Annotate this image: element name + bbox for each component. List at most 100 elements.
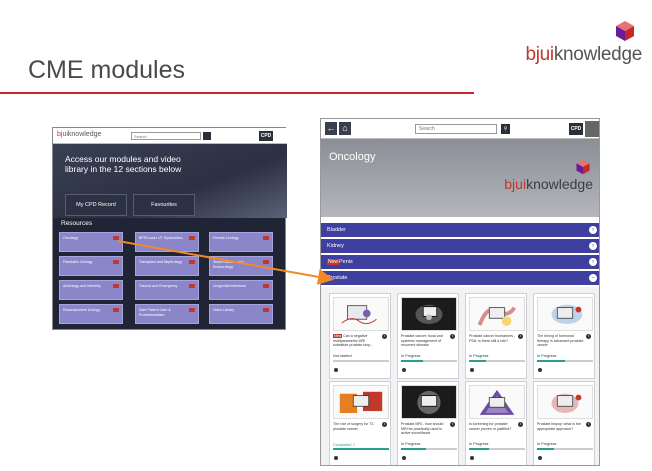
- tile-badge-icon: [113, 236, 119, 240]
- module-card[interactable]: New Can a negative multiparametric MRI s…: [329, 293, 391, 379]
- resource-tile[interactable]: Transplant and Nephrology: [135, 256, 199, 276]
- module-card[interactable]: Prostate cancer biomarkers - PSA: is the…: [465, 293, 527, 379]
- resource-tile[interactable]: Andrology and Infertility: [59, 280, 123, 300]
- resource-tile-label: Safe Patient Care & Professionalism: [139, 308, 171, 317]
- resource-tile[interactable]: Urogenital Infections: [209, 280, 273, 300]
- menu-block[interactable]: [585, 121, 599, 137]
- resource-tile[interactable]: Video Library: [209, 304, 273, 324]
- tile-badge-icon: [189, 284, 195, 288]
- tile-badge-icon: [263, 284, 269, 288]
- module-card[interactable]: Prostate biopsy: what is the appropriate…: [533, 381, 595, 465]
- favourites-button[interactable]: Favourites: [133, 194, 195, 216]
- tile-badge-icon: [113, 284, 119, 288]
- favourite-dot-icon[interactable]: [334, 368, 338, 372]
- left-logo-suffix: knowledge: [67, 131, 102, 138]
- module-title: The timing of hormonal therapy in advanc…: [537, 334, 585, 348]
- right-search-icon[interactable]: ⚲: [501, 124, 510, 134]
- tile-badge-icon: [113, 308, 119, 312]
- resource-tile-label: Female Urology: [213, 236, 239, 240]
- module-title-text: Prostate MRI - how should MRI be practic…: [401, 422, 444, 436]
- slide-title: CME modules: [28, 56, 185, 84]
- resource-tile[interactable]: Reconstructive Urology: [59, 304, 123, 324]
- expand-icon[interactable]: ›: [589, 226, 597, 234]
- home-icon[interactable]: ⌂: [339, 122, 351, 135]
- module-progress-bar: [537, 360, 593, 362]
- module-status: Not started: [333, 354, 352, 358]
- right-hero: Oncology bjuiknowledge: [321, 139, 599, 217]
- info-icon[interactable]: i: [382, 422, 387, 427]
- resource-tile[interactable]: Paediatric Urology: [59, 256, 123, 276]
- right-cpd-button[interactable]: CPD: [569, 123, 583, 135]
- favourite-dot-icon[interactable]: [538, 456, 542, 460]
- info-icon[interactable]: i: [518, 422, 523, 427]
- my-cpd-record-button[interactable]: My CPD Record: [65, 194, 127, 216]
- module-thumbnail: [401, 385, 457, 419]
- module-progress-bar: [401, 448, 457, 450]
- module-card[interactable]: Prostate MRI - how should MRI be practic…: [397, 381, 459, 465]
- new-badge: New: [333, 334, 343, 338]
- resource-tile[interactable]: Safe Patient Care & Professionalism: [135, 304, 199, 324]
- expand-icon[interactable]: ›: [589, 258, 597, 266]
- module-status: In Progress: [401, 442, 421, 446]
- module-title-text: The timing of hormonal therapy in advanc…: [537, 334, 584, 348]
- left-cpd-button[interactable]: CPD: [259, 131, 273, 141]
- module-card[interactable]: Is screening for prostate cancer proven …: [465, 381, 527, 465]
- module-thumbnail: [469, 297, 525, 331]
- module-progress-bar: [333, 360, 389, 362]
- module-status: In Progress: [469, 442, 489, 446]
- right-search-input[interactable]: Search: [415, 124, 497, 134]
- brand-logo: bjuiknowledge: [502, 18, 642, 74]
- module-progress-fill: [537, 360, 565, 362]
- favourite-dot-icon[interactable]: [402, 456, 406, 460]
- module-card[interactable]: The timing of hormonal therapy in advanc…: [533, 293, 595, 379]
- module-title-text: Prostate biopsy: what is the appropriate…: [537, 422, 581, 431]
- resource-tile[interactable]: Female Urology: [209, 232, 273, 252]
- module-progress-fill: [469, 360, 486, 362]
- section-bar[interactable]: Kidney ›: [321, 239, 599, 253]
- info-icon[interactable]: i: [382, 334, 387, 339]
- module-status: In Progress: [469, 354, 489, 358]
- module-progress-bar: [401, 360, 457, 362]
- back-arrow-icon[interactable]: ←: [325, 122, 337, 135]
- favourite-dot-icon[interactable]: [470, 368, 474, 372]
- favourite-dot-icon[interactable]: [538, 368, 542, 372]
- resource-tile[interactable]: BPS/Lower UT Dysfunction: [135, 232, 199, 252]
- section-bar[interactable]: Bladder ›: [321, 223, 599, 237]
- resource-tile-label: Transplant and Nephrology: [139, 260, 183, 264]
- module-card[interactable]: Prostate cancer: focal and systemic mana…: [397, 293, 459, 379]
- section-title: Oncology: [329, 151, 376, 163]
- info-icon[interactable]: i: [586, 334, 591, 339]
- module-status: Completed ✓: [333, 443, 356, 447]
- resource-tile[interactable]: Oncology: [59, 232, 123, 252]
- tile-badge-icon: [263, 260, 269, 264]
- section-bar[interactable]: Prostate −: [321, 271, 599, 285]
- module-status: In Progress: [537, 442, 557, 446]
- tile-badge-icon: [189, 260, 195, 264]
- info-icon[interactable]: i: [518, 334, 523, 339]
- info-icon[interactable]: i: [450, 334, 455, 339]
- new-badge: New: [327, 259, 340, 265]
- resources-heading: Resources: [61, 220, 93, 227]
- collapse-icon[interactable]: −: [589, 274, 597, 282]
- favourite-dot-icon[interactable]: [402, 368, 406, 372]
- expand-icon[interactable]: ›: [589, 242, 597, 250]
- hero-logo-prefix: bjui: [504, 176, 527, 192]
- module-thumbnail: [537, 385, 593, 419]
- resource-tile-label: Video Library: [213, 308, 235, 312]
- right-topbar: ← ⌂ Search ⚲ CPD: [321, 119, 599, 139]
- info-icon[interactable]: i: [586, 422, 591, 427]
- module-card[interactable]: The role of surgery for T3 prostate canc…: [329, 381, 391, 465]
- module-title: Is screening for prostate cancer proven …: [469, 422, 517, 431]
- left-logo[interactable]: bjuiknowledge: [57, 131, 101, 138]
- info-icon[interactable]: i: [450, 422, 455, 427]
- left-search-icon[interactable]: [203, 132, 211, 140]
- resource-tile-label: Paediatric Urology: [63, 260, 93, 264]
- resource-tile[interactable]: Stone Disease and Endourology: [209, 256, 273, 276]
- favourite-dot-icon[interactable]: [334, 456, 338, 460]
- module-status: In Progress: [401, 354, 421, 358]
- module-title: Prostate cancer: focal and systemic mana…: [401, 334, 449, 348]
- favourite-dot-icon[interactable]: [470, 456, 474, 460]
- left-search-input[interactable]: Search: [131, 132, 201, 140]
- resource-tile[interactable]: Trauma and Emergency: [135, 280, 199, 300]
- section-bar[interactable]: NewPenis ›: [321, 255, 599, 269]
